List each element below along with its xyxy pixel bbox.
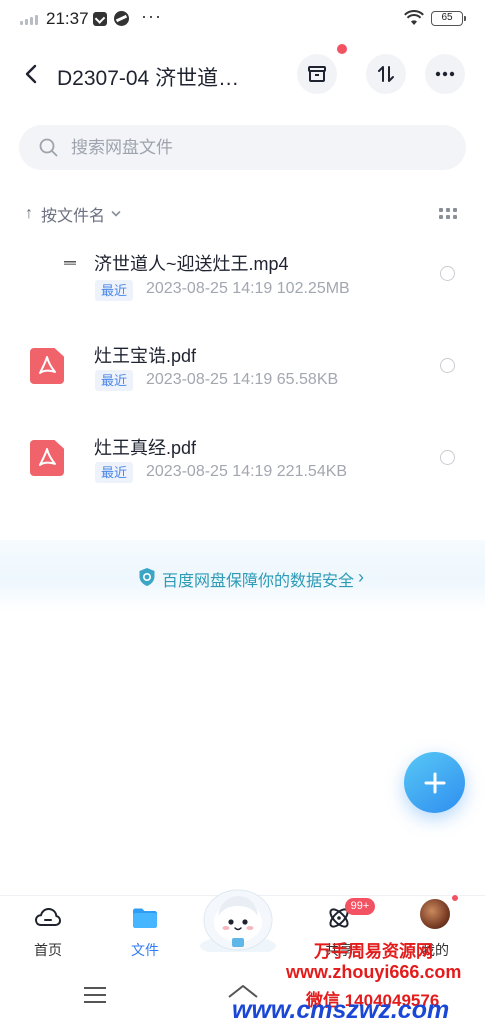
file-name: 灶王宝诰.pdf xyxy=(94,346,197,366)
avatar[interactable] xyxy=(420,899,450,929)
nav-label-files: 文件 xyxy=(131,942,159,958)
wifi-icon xyxy=(404,10,424,25)
pdf-acrobat-icon xyxy=(39,448,56,466)
file-meta: 2023-08-25 14:19 221.54KB xyxy=(146,463,348,480)
select-checkbox[interactable] xyxy=(440,358,455,373)
select-checkbox[interactable] xyxy=(440,266,455,281)
nav-label-home: 首页 xyxy=(34,942,62,958)
more-notifications-icon: ··· xyxy=(141,6,162,26)
recent-badge: 最近 xyxy=(95,370,134,391)
data-safety-banner[interactable]: 百度网盘保障你的数据安全 › xyxy=(0,540,485,612)
select-checkbox[interactable] xyxy=(440,450,455,465)
sort-label: 按文件名 xyxy=(41,208,106,225)
nav-item-home[interactable]: 首页 xyxy=(8,896,88,966)
sort-by-name-selector[interactable]: ↑ 按文件名 xyxy=(25,202,121,226)
grid-view-icon[interactable] xyxy=(439,208,457,220)
file-row[interactable]: 灶王真经.pdf 最近 2023-08-25 14:19 221.54KB xyxy=(0,424,485,504)
safety-text: 百度网盘保障你的数据安全 xyxy=(162,573,355,590)
chevron-right-icon: › xyxy=(358,567,364,587)
pdf-file-icon xyxy=(30,440,64,476)
plus-icon xyxy=(424,772,445,793)
profile-notification-dot xyxy=(450,893,460,903)
more-horizontal-icon xyxy=(435,71,455,77)
watermark-url-secondary: www.cmszwz.com xyxy=(232,996,450,1024)
file-name: 灶王真经.pdf xyxy=(94,438,197,458)
page-title: D2307-04 济世道… xyxy=(57,67,240,90)
sort-arrows-icon xyxy=(378,66,394,82)
back-arrow-icon[interactable] xyxy=(18,60,46,88)
recent-badge: 最近 xyxy=(95,462,134,483)
file-meta: 2023-08-25 14:19 65.58KB xyxy=(146,371,339,388)
sort-ascending-icon: ↑ xyxy=(25,205,33,222)
video-file-icon xyxy=(64,252,76,265)
header: D2307-04 济世道… xyxy=(0,44,485,100)
search-input[interactable] xyxy=(71,125,451,170)
pdf-file-icon xyxy=(30,348,64,384)
archive-notification-dot xyxy=(337,44,347,54)
watermark-url: www.zhouyi666.com xyxy=(286,962,462,982)
search-bar[interactable] xyxy=(19,125,466,170)
share-count-badge: 99+ xyxy=(345,898,375,915)
file-name: 济世道人~迎送灶王.mp4 xyxy=(94,254,289,274)
sort-button[interactable] xyxy=(366,54,406,94)
add-button[interactable] xyxy=(404,752,465,813)
archive-icon xyxy=(308,66,326,82)
file-meta: 2023-08-25 14:19 102.25MB xyxy=(146,280,350,297)
shield-icon xyxy=(139,568,155,586)
cloud-home-icon xyxy=(35,908,61,926)
folder-icon xyxy=(133,908,157,928)
watermark-site-name: 万手周易资源网 xyxy=(314,942,433,961)
search-icon xyxy=(39,138,58,157)
signal-icon xyxy=(20,13,42,25)
notification-app-icon xyxy=(114,11,129,26)
battery-indicator: 65 xyxy=(431,11,466,26)
status-bar: 21:37 ··· 65 xyxy=(0,0,485,40)
file-row[interactable]: 灶王宝诰.pdf 最近 2023-08-25 14:19 65.58KB xyxy=(0,332,485,412)
notification-check-icon xyxy=(93,12,107,26)
archive-button[interactable] xyxy=(297,54,337,94)
status-time: 21:37 xyxy=(46,9,89,28)
more-options-button[interactable] xyxy=(425,54,465,94)
recent-badge: 最近 xyxy=(95,280,134,301)
nav-item-files[interactable]: 文件 xyxy=(105,896,185,966)
file-row[interactable]: 济世道人~迎送灶王.mp4 最近 2023-08-25 14:19 102.25… xyxy=(0,240,485,320)
recent-apps-icon[interactable] xyxy=(84,987,106,1003)
mascot-astronaut-icon[interactable] xyxy=(196,886,280,952)
chevron-down-icon xyxy=(111,211,121,217)
pdf-acrobat-icon xyxy=(39,356,56,374)
